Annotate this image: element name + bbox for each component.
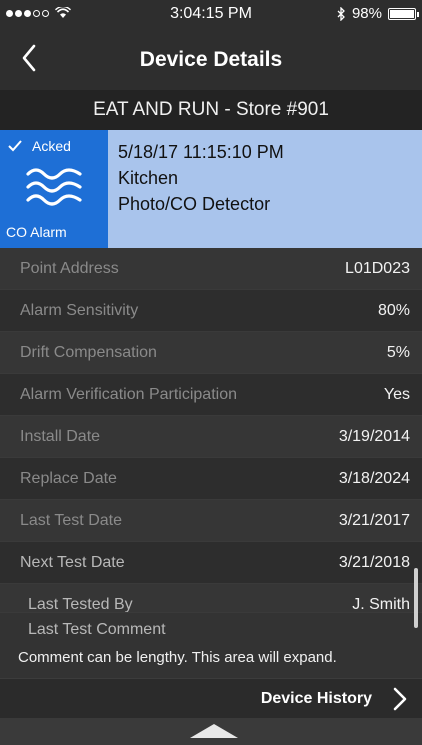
up-arrow-icon — [190, 724, 238, 738]
status-bar: 3:04:15 PM 98% — [0, 0, 422, 28]
nav-bar: Device Details — [0, 28, 422, 90]
detail-label: Next Test Date — [20, 553, 125, 571]
detail-label: Point Address — [20, 259, 119, 277]
ack-status: Acked — [8, 138, 71, 154]
detail-label: Last Test Date — [20, 511, 122, 529]
page-title: Device Details — [139, 48, 283, 71]
device-history-label: Device History — [260, 690, 372, 707]
detail-row-next-test-date: Next Test Date 3/21/2018 — [0, 542, 422, 584]
detail-row-point-address: Point Address L01D023 — [0, 248, 422, 290]
alarm-device: Photo/CO Detector — [118, 194, 271, 214]
alarm-type-label: CO Alarm — [6, 224, 67, 240]
detail-value: 3/21/2017 — [338, 511, 410, 529]
last-test-comment: Last Test Comment Comment can be lengthy… — [0, 612, 422, 679]
detail-row-replace-date: Replace Date 3/18/2024 — [0, 458, 422, 500]
detail-label: Last Tested By — [28, 595, 133, 613]
detail-row-alarm-verification: Alarm Verification Participation Yes — [0, 374, 422, 416]
detail-value: J. Smith — [352, 595, 410, 613]
alarm-location: Kitchen — [118, 168, 179, 188]
detail-value: 3/18/2024 — [338, 469, 410, 487]
detail-row-install-date: Install Date 3/19/2014 — [0, 416, 422, 458]
detail-label: Alarm Verification Participation — [20, 385, 237, 403]
alarm-card[interactable]: Acked CO Alarm 5/18/17 11:15:10 PM Kitch… — [0, 130, 422, 248]
comment-text: Comment can be lengthy. This area will e… — [18, 649, 337, 666]
comment-label: Last Test Comment — [28, 621, 166, 638]
store-name: EAT AND RUN - Store #901 — [0, 90, 422, 130]
alarm-timestamp: 5/18/17 11:15:10 PM — [118, 142, 284, 162]
battery-percent: 98% — [351, 5, 382, 22]
detail-label: Install Date — [20, 427, 101, 445]
detail-label: Alarm Sensitivity — [20, 301, 139, 319]
detail-row-last-test-date: Last Test Date 3/21/2017 — [0, 500, 422, 542]
detail-label: Replace Date — [20, 469, 117, 487]
checkmark-icon — [8, 140, 22, 152]
detail-value: 3/21/2018 — [338, 553, 410, 571]
device-history-button[interactable]: Device History — [0, 678, 422, 719]
device-details-list: Point Address L01D023 Alarm Sensitivity … — [0, 248, 422, 626]
alarm-info: 5/18/17 11:15:10 PM Kitchen Photo/CO Det… — [118, 139, 284, 217]
ack-label: Acked — [32, 138, 71, 154]
battery-area: 98% — [337, 5, 419, 22]
battery-icon — [388, 7, 419, 20]
co-waves-icon — [26, 168, 82, 206]
detail-row-drift-compensation: Drift Compensation 5% — [0, 332, 422, 374]
chevron-right-icon — [393, 687, 407, 711]
alarm-type-badge: Acked CO Alarm — [0, 130, 108, 248]
detail-value: Yes — [383, 385, 410, 403]
scrollbar[interactable] — [414, 568, 418, 628]
detail-label: Drift Compensation — [20, 343, 157, 361]
detail-value: 80% — [377, 301, 410, 319]
detail-value: L01D023 — [345, 259, 410, 277]
bottom-drawer-handle[interactable] — [0, 718, 422, 745]
bluetooth-icon — [337, 6, 345, 21]
detail-row-alarm-sensitivity: Alarm Sensitivity 80% — [0, 290, 422, 332]
detail-value: 3/19/2014 — [338, 427, 410, 445]
detail-value: 5% — [386, 343, 410, 361]
